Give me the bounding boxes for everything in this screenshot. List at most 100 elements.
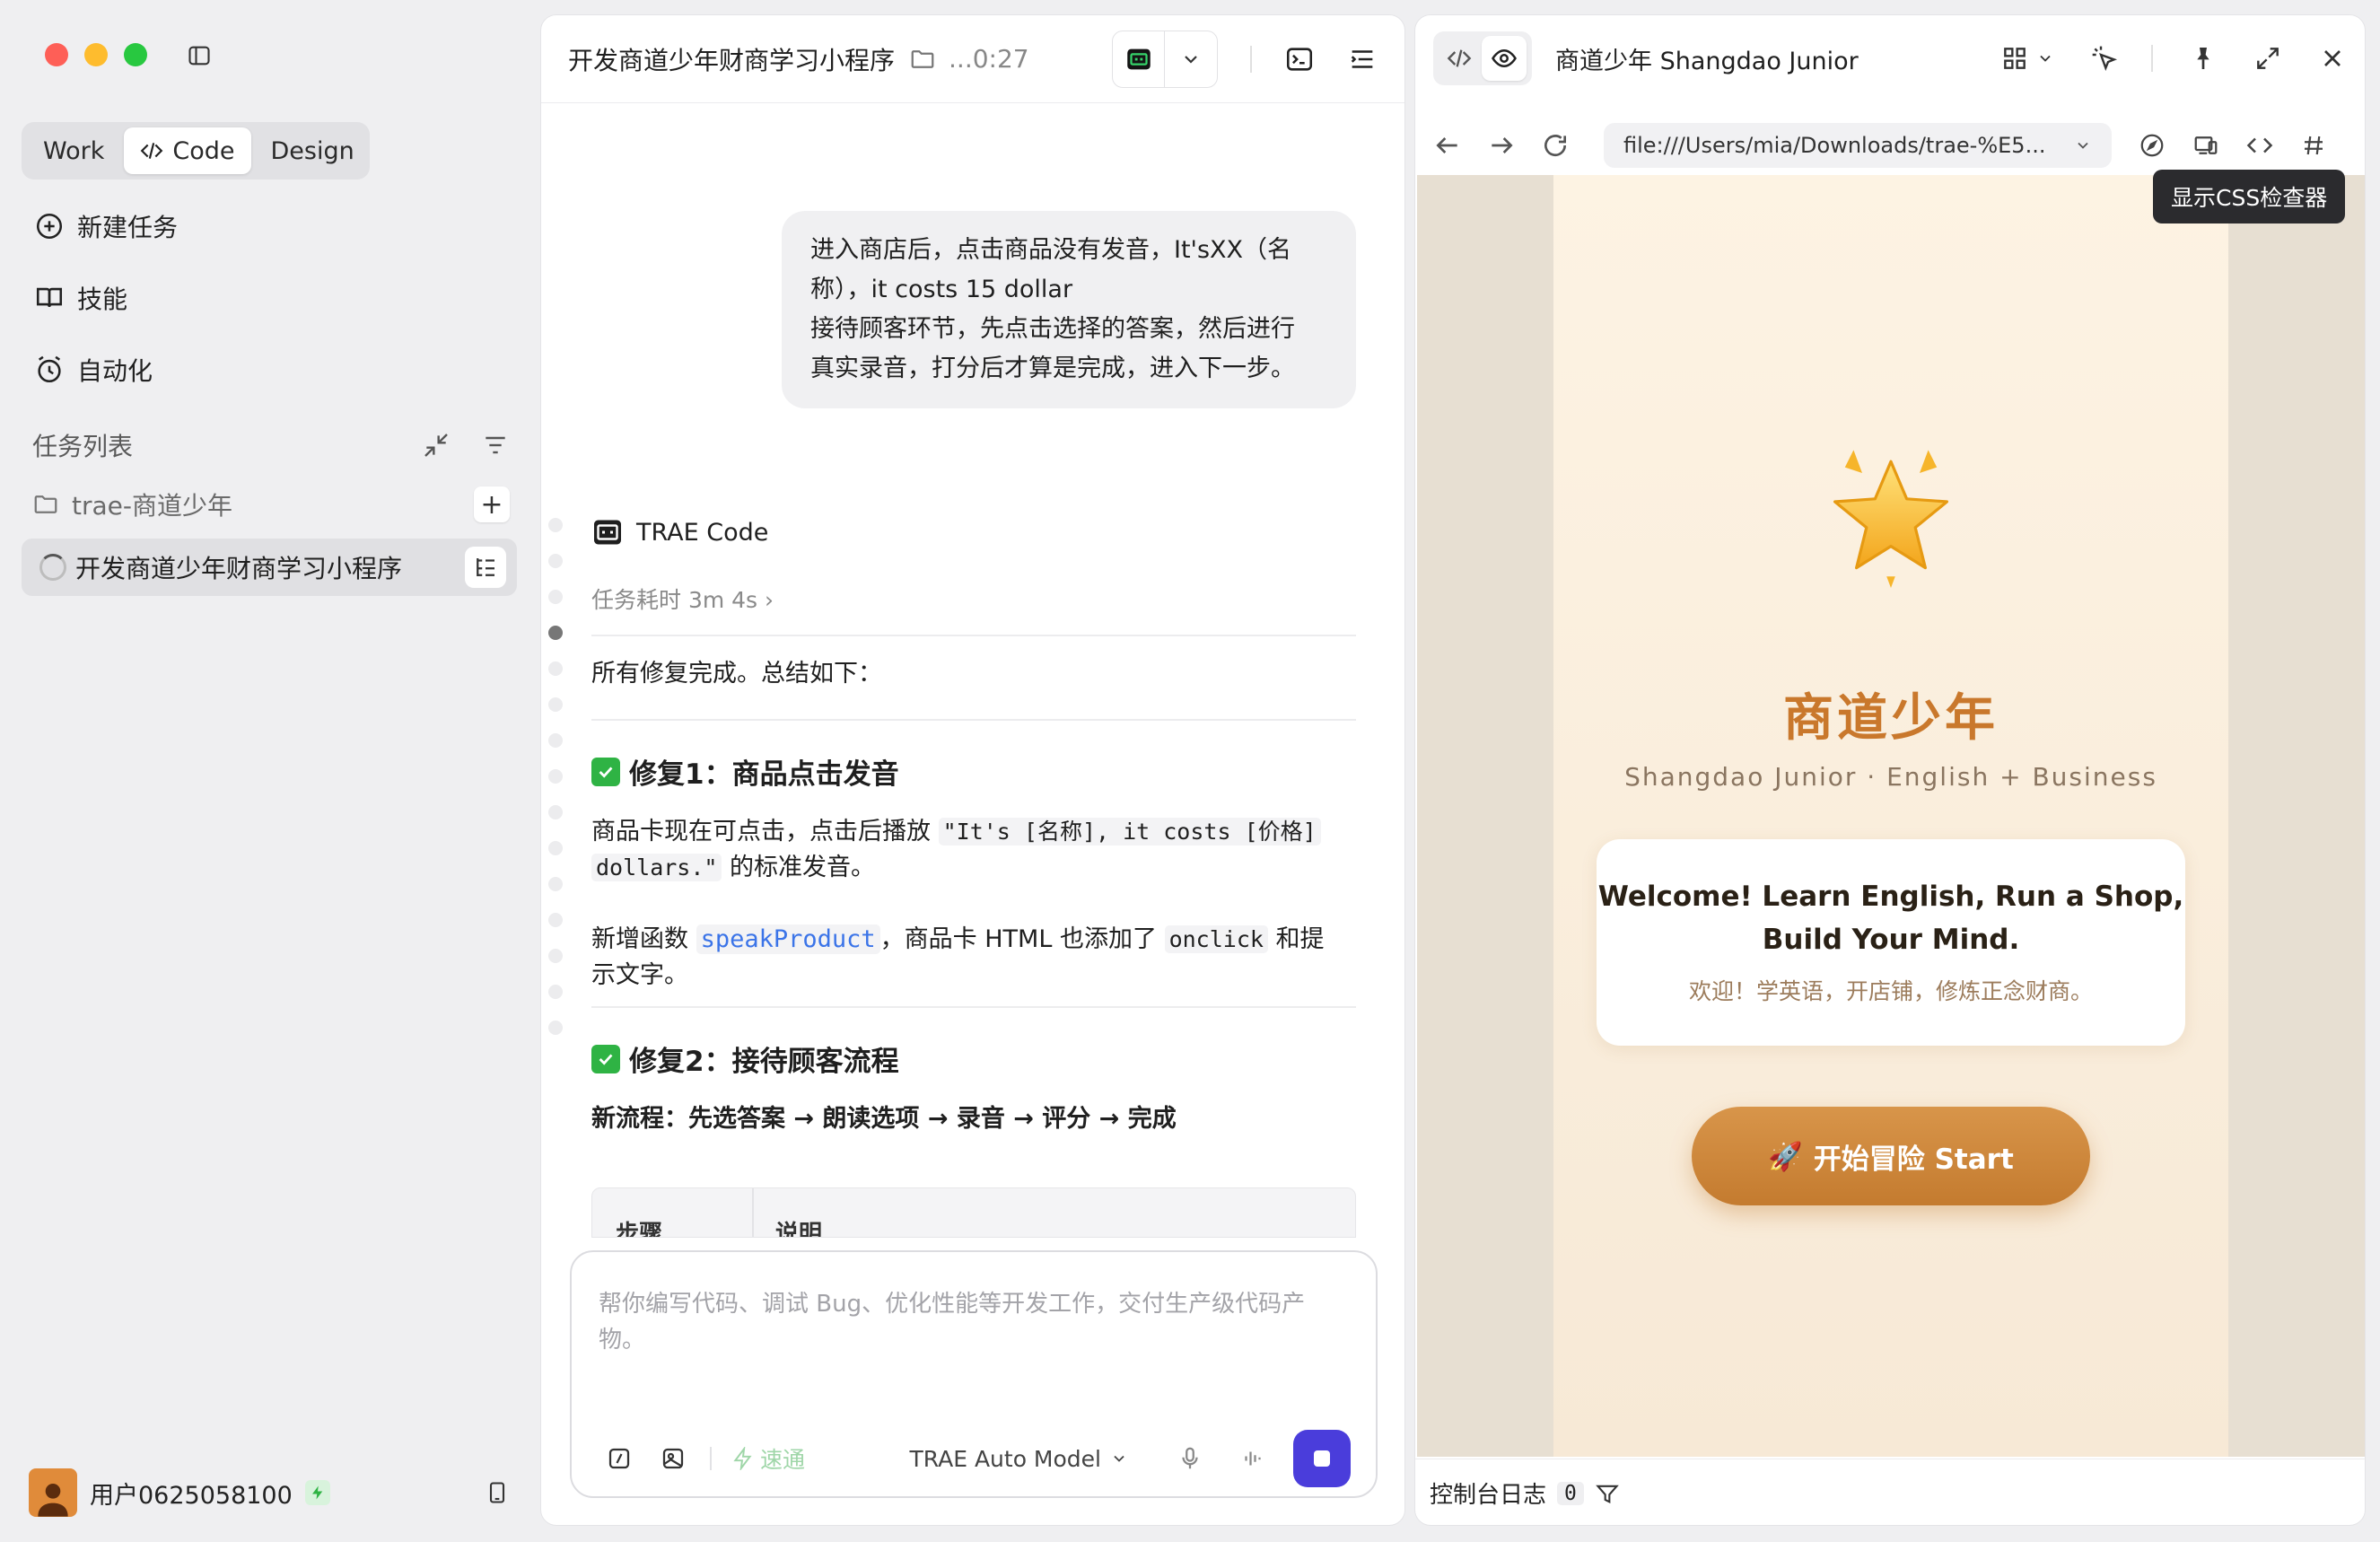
chat-panel: 开发商道少年财商学习小程序 ...0:27 进入商店后，点击商品没有发音，It'… bbox=[540, 14, 1405, 1526]
collapse-icon[interactable] bbox=[422, 431, 451, 460]
welcome-line: Build Your Mind. bbox=[1762, 924, 2020, 956]
project-folder[interactable]: trae-商道少年 + bbox=[32, 486, 510, 522]
chevron-down-icon bbox=[1114, 1455, 1124, 1462]
image-upload-icon[interactable] bbox=[660, 1445, 687, 1472]
nav-label: 技能 bbox=[77, 285, 128, 314]
app-title: 商道少年 bbox=[1783, 689, 1999, 748]
message-line: 接待顾客环节，先点击选择的答案，然后进行 bbox=[810, 315, 1295, 343]
task-list-title: 任务列表 bbox=[32, 432, 134, 461]
hash-icon[interactable] bbox=[2300, 132, 2327, 159]
task-list-icon bbox=[477, 558, 494, 576]
text: 示文字。 bbox=[591, 961, 688, 989]
nav-label: 自动化 bbox=[77, 356, 153, 386]
sidebar-toggle-icon[interactable] bbox=[187, 43, 212, 68]
tab-label: Code bbox=[172, 136, 235, 165]
stop-button[interactable] bbox=[1293, 1430, 1351, 1487]
nav-skills[interactable]: 技能 bbox=[34, 280, 127, 316]
compass-icon[interactable] bbox=[2139, 132, 2166, 159]
waveform-icon[interactable] bbox=[1239, 1445, 1266, 1472]
star-icon bbox=[1833, 450, 1948, 588]
close-window-button[interactable] bbox=[45, 43, 68, 66]
text: 和提 bbox=[1267, 925, 1325, 953]
close-icon[interactable] bbox=[2318, 44, 2347, 73]
view-toggle bbox=[1433, 31, 1532, 85]
welcome-card: Welcome! Learn English, Run a Shop, Buil… bbox=[1597, 839, 2185, 1046]
divider bbox=[591, 719, 1356, 721]
task-item-active[interactable]: 开发商道少年财商学习小程序 bbox=[22, 539, 517, 596]
folder-icon[interactable] bbox=[909, 46, 936, 73]
console-bar[interactable]: 控制台日志 0 bbox=[1415, 1459, 2365, 1525]
text: 商品卡现在可点击，点击后播放 bbox=[591, 818, 939, 845]
minimize-window-button[interactable] bbox=[84, 43, 108, 66]
terminal-dropdown[interactable] bbox=[1165, 31, 1217, 87]
chevron-right-icon: › bbox=[765, 587, 774, 613]
start-adventure-button[interactable]: 🚀 开始冒险 Start bbox=[1692, 1107, 2090, 1205]
nav-new-task[interactable]: 新建任务 bbox=[34, 208, 178, 244]
filter-icon[interactable] bbox=[481, 431, 510, 460]
preview-view-button[interactable] bbox=[1482, 36, 1527, 81]
heading-text: 修复2：接待顾客流程 bbox=[629, 1046, 899, 1078]
sidebar: Work Code Design 新建任务 技能 自动化 任务列表 trae-商… bbox=[0, 0, 538, 1542]
composer: 速通 TRAE Auto Model bbox=[570, 1250, 1378, 1498]
pointer-icon[interactable] bbox=[2090, 44, 2119, 73]
task-duration[interactable]: 任务耗时 3m 4s › bbox=[591, 583, 774, 615]
avatar[interactable] bbox=[29, 1468, 77, 1517]
prompt-input[interactable] bbox=[599, 1286, 1308, 1367]
reload-icon[interactable] bbox=[1541, 131, 1570, 160]
function-link[interactable]: speakProduct bbox=[696, 924, 880, 954]
timeline-dot bbox=[548, 949, 563, 963]
app-subtitle: Shangdao Junior · English + Business bbox=[1624, 762, 2157, 792]
grid-icon[interactable] bbox=[2000, 44, 2029, 73]
composer-toolbar: 速通 TRAE Auto Model bbox=[606, 1430, 1351, 1487]
back-icon[interactable] bbox=[1433, 131, 1462, 160]
start-label: 开始冒险 Start bbox=[1813, 1143, 2014, 1176]
css-inspector-tooltip: 显示CSS检查器 bbox=[2153, 170, 2346, 223]
user-profile[interactable]: 用户0625058100 bbox=[29, 1468, 510, 1517]
new-task-icon bbox=[36, 213, 63, 240]
chevron-down-icon[interactable] bbox=[2036, 49, 2054, 67]
terminal-icon bbox=[1126, 48, 1151, 69]
tab-code[interactable]: Code bbox=[124, 127, 251, 174]
steps-table: 步骤 说明 bbox=[591, 1187, 1356, 1238]
code-icon[interactable] bbox=[2246, 132, 2273, 159]
console-icon[interactable] bbox=[1284, 44, 1315, 74]
inline-code: "It's [名称], it costs [价格] bbox=[938, 818, 1321, 845]
terminal-button[interactable] bbox=[1113, 31, 1165, 87]
pin-icon[interactable] bbox=[2189, 44, 2218, 73]
phone-icon[interactable] bbox=[485, 1480, 510, 1505]
model-label: TRAE Auto Model bbox=[909, 1445, 1101, 1472]
forward-icon[interactable] bbox=[1487, 131, 1516, 160]
model-selector[interactable]: TRAE Auto Model bbox=[909, 1446, 1128, 1472]
elapsed-time: ...0:27 bbox=[949, 44, 1029, 74]
zoom-window-button[interactable] bbox=[124, 43, 147, 66]
expand-icon[interactable] bbox=[2253, 44, 2282, 73]
tab-work[interactable]: Work bbox=[27, 127, 120, 174]
terminal-icon bbox=[594, 520, 621, 545]
timeline-dot bbox=[548, 805, 563, 819]
timeline-dot bbox=[548, 913, 563, 927]
timeline-dot bbox=[548, 1021, 563, 1035]
speed-mode-toggle[interactable]: 速通 bbox=[731, 1442, 805, 1475]
chevron-down-icon bbox=[1185, 55, 1197, 64]
project-folder-name: trae-商道少年 bbox=[72, 491, 232, 521]
code-view-button[interactable] bbox=[1437, 36, 1482, 81]
task-details-button[interactable] bbox=[465, 547, 506, 588]
tab-design[interactable]: Design bbox=[255, 127, 371, 174]
funnel-icon[interactable] bbox=[1595, 1481, 1620, 1506]
device-icon[interactable] bbox=[2192, 132, 2219, 159]
add-task-button[interactable]: + bbox=[474, 486, 510, 522]
spinner-icon bbox=[39, 554, 66, 581]
divider bbox=[2151, 45, 2153, 72]
slash-command-icon[interactable] bbox=[606, 1445, 633, 1472]
terminal-selector bbox=[1112, 30, 1218, 88]
nav-automation[interactable]: 自动化 bbox=[34, 352, 153, 388]
divider bbox=[752, 1188, 754, 1237]
preview-header: 商道少年 Shangdao Junior bbox=[1415, 15, 2365, 101]
table-header: 说明 bbox=[775, 1221, 823, 1238]
outline-icon[interactable] bbox=[1347, 44, 1378, 74]
divider bbox=[591, 635, 1356, 636]
url-bar[interactable]: file:///Users/mia/Downloads/trae-%E5... bbox=[1604, 123, 2112, 168]
microphone-icon[interactable] bbox=[1177, 1445, 1203, 1472]
chevron-down-icon[interactable] bbox=[2074, 136, 2092, 154]
fix1-paragraph2: 新增函数 speakProduct ，商品卡 HTML 也添加了 onclick … bbox=[591, 922, 1356, 994]
